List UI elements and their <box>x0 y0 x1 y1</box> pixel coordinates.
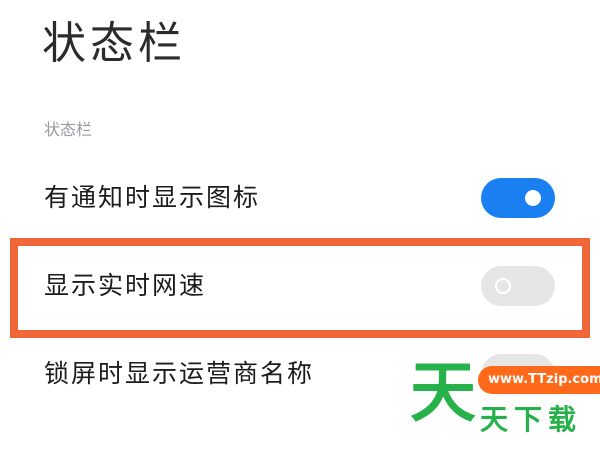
network-speed-toggle[interactable] <box>481 266 555 306</box>
setting-label: 显示实时网速 <box>44 271 207 300</box>
section-header: 状态栏 <box>44 120 93 139</box>
setting-row-notification-icons[interactable]: 有通知时显示图标 <box>0 158 600 238</box>
page-title: 状态栏 <box>42 18 186 69</box>
watermark-text: 天下载 <box>480 403 583 436</box>
watermark-url: www.TTzip.com <box>478 366 600 394</box>
toggle-knob <box>525 190 541 206</box>
watermark: 天 www.TTzip.com 天下载 <box>410 360 600 450</box>
setting-label: 有通知时显示图标 <box>44 183 261 212</box>
watermark-logo-char: 天 <box>410 354 476 431</box>
toggle-knob <box>495 278 511 294</box>
notification-icons-toggle[interactable] <box>481 178 555 218</box>
setting-row-network-speed[interactable]: 显示实时网速 <box>0 246 600 326</box>
setting-label: 锁屏时显示运营商名称 <box>44 359 315 388</box>
